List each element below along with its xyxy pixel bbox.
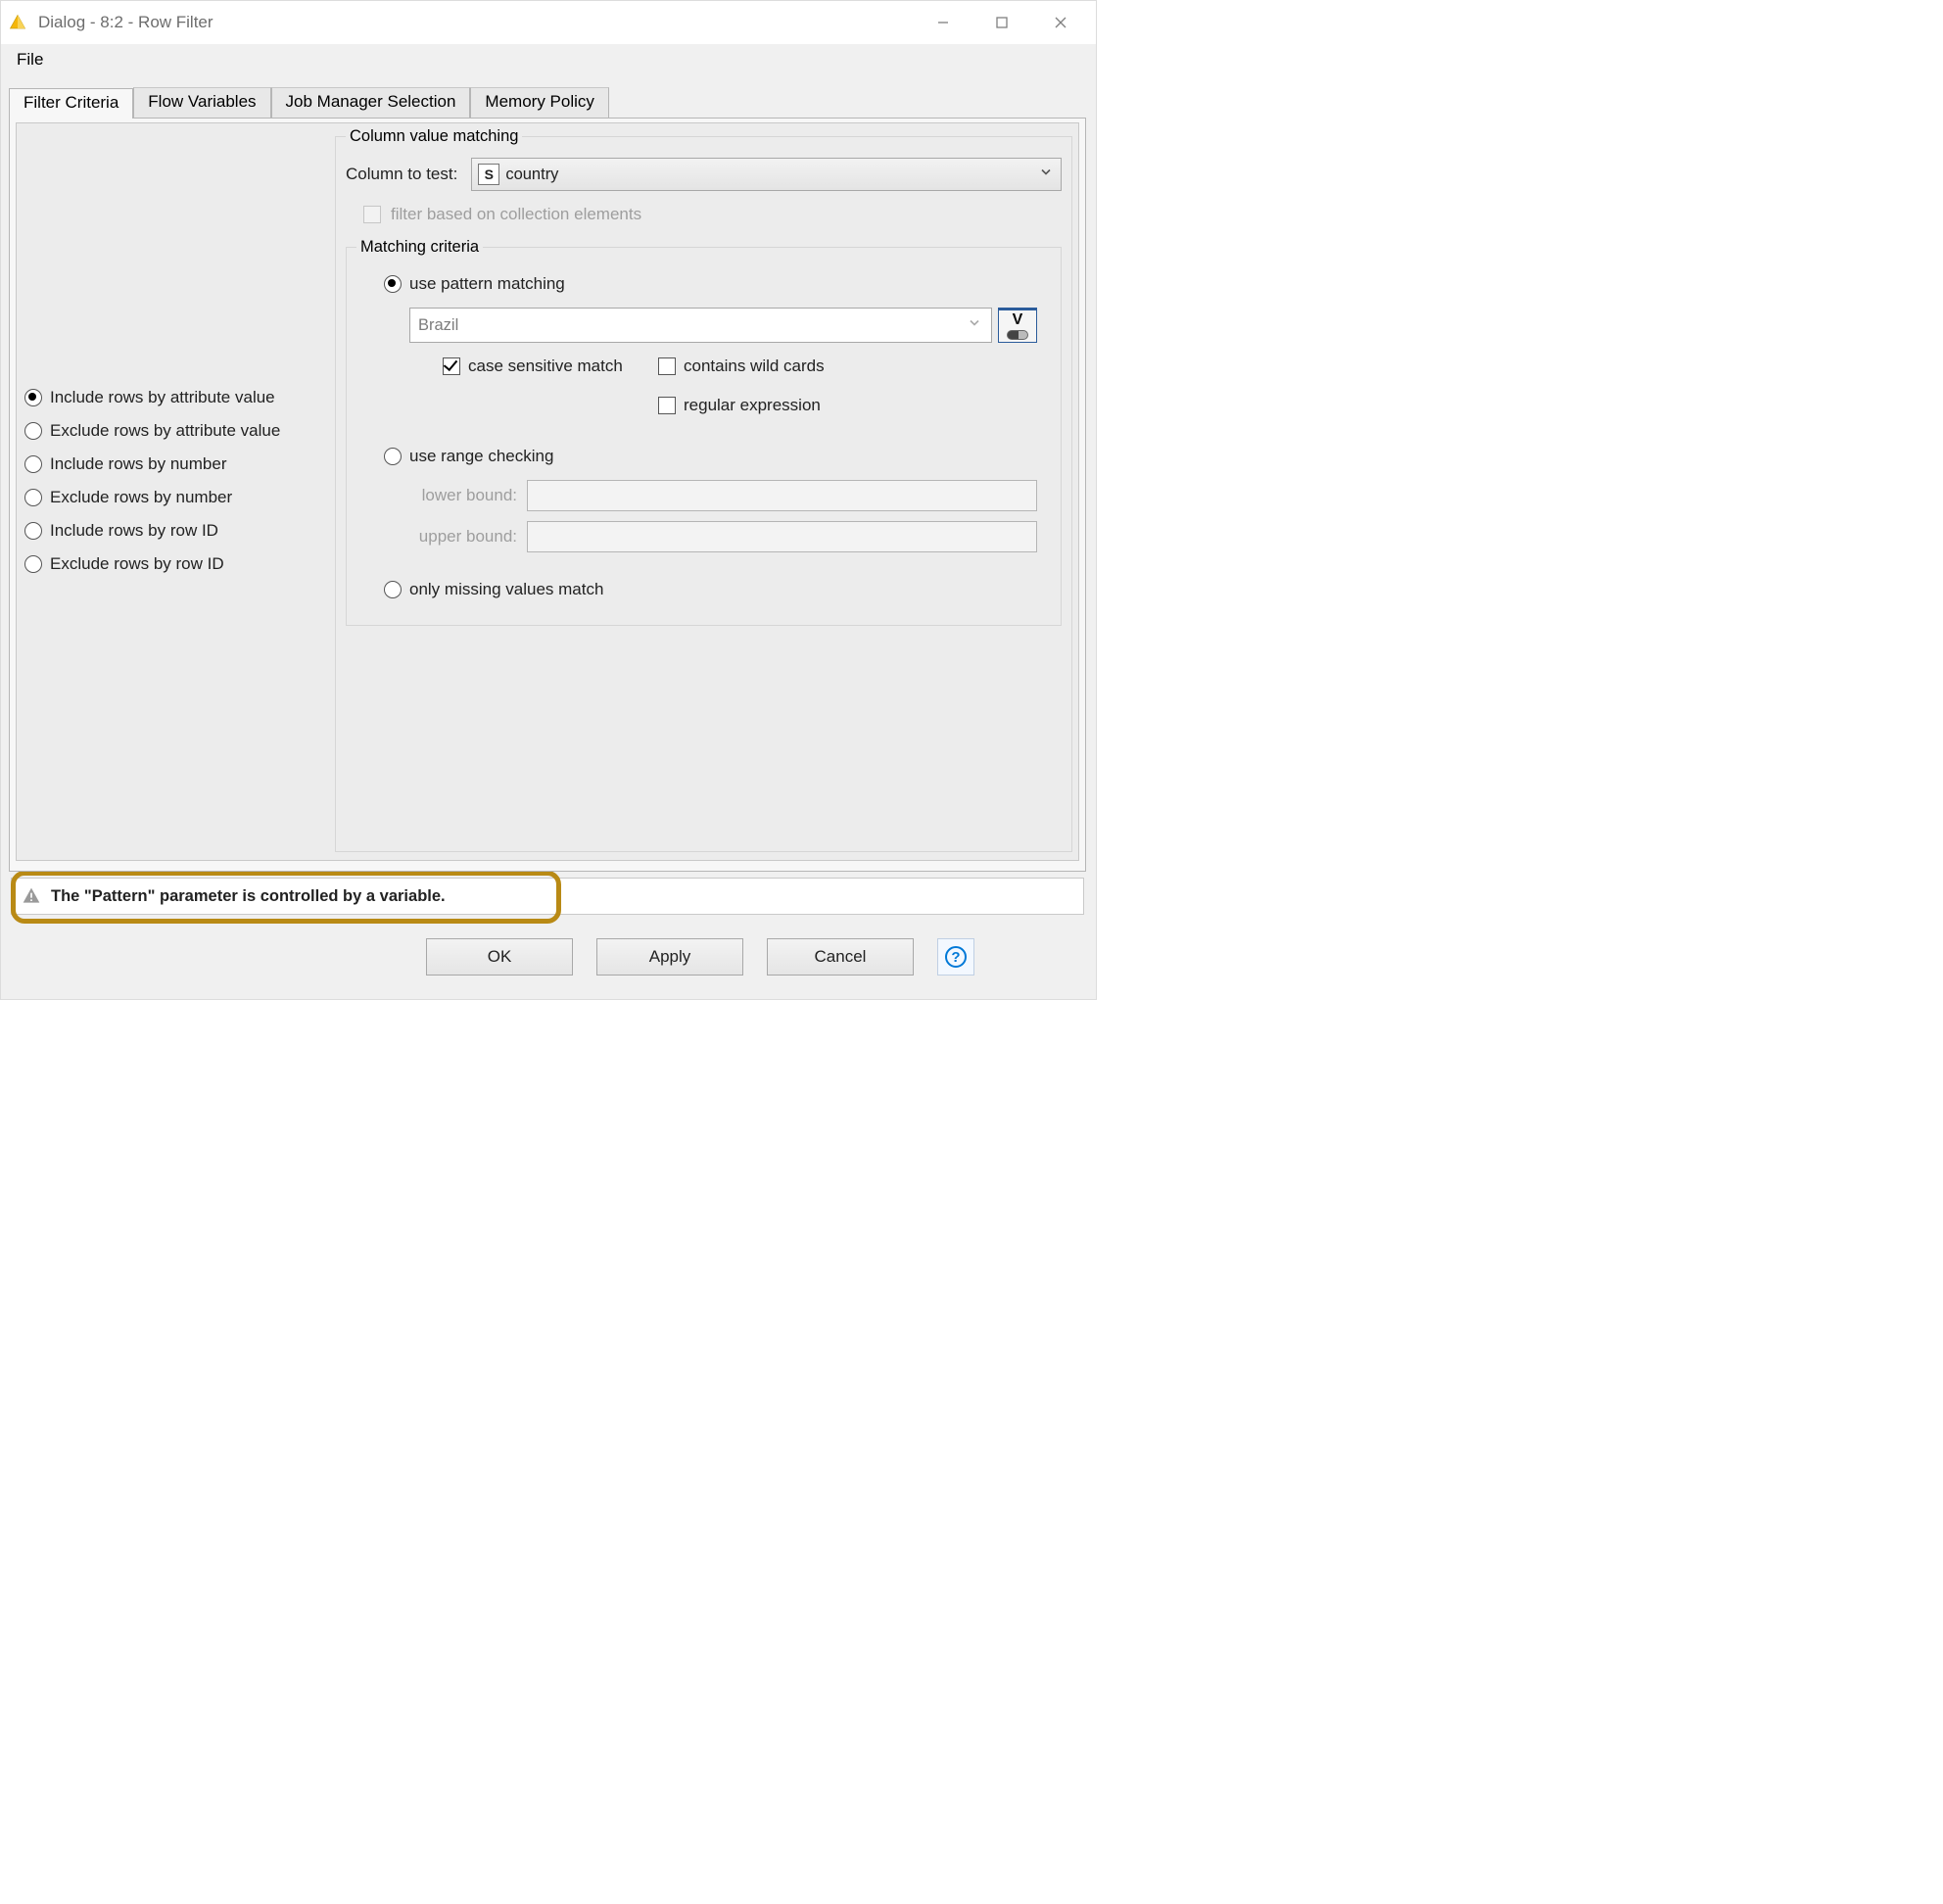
- radio-label: only missing values match: [409, 580, 603, 599]
- radio-exclude-attr[interactable]: Exclude rows by attribute value: [24, 421, 323, 441]
- matching-criteria-legend: Matching criteria: [356, 238, 483, 257]
- column-value-matching-group: Column value matching Column to test: S …: [335, 127, 1072, 852]
- chevron-down-icon: [1039, 166, 1053, 184]
- radio-icon: [24, 522, 42, 540]
- filter-mode-group: Include rows by attribute value Exclude …: [17, 123, 335, 860]
- matching-criteria-group: Matching criteria use pattern matching B…: [346, 238, 1062, 626]
- variable-v-icon: V: [1013, 312, 1023, 328]
- checkbox-label: case sensitive match: [468, 357, 623, 376]
- variable-toggle-icon: [1007, 330, 1028, 340]
- radio-use-pattern[interactable]: use pattern matching: [384, 274, 1037, 294]
- menu-file[interactable]: File: [13, 48, 47, 71]
- radio-label: Exclude rows by number: [50, 488, 232, 507]
- flow-variable-button[interactable]: V: [998, 308, 1037, 343]
- radio-exclude-rowid[interactable]: Exclude rows by row ID: [24, 554, 323, 574]
- checkbox-wild-cards[interactable]: contains wild cards: [658, 357, 874, 376]
- checkbox-label: regular expression: [684, 396, 821, 415]
- app-icon: [9, 14, 26, 31]
- content: Filter Criteria Flow Variables Job Manag…: [1, 75, 1096, 999]
- cancel-button[interactable]: Cancel: [767, 938, 914, 976]
- radio-label: Include rows by row ID: [50, 521, 218, 541]
- column-to-test-row: Column to test: S country: [346, 158, 1062, 191]
- maximize-button[interactable]: [972, 1, 1031, 44]
- window-controls: [914, 1, 1090, 44]
- radio-label: Exclude rows by row ID: [50, 554, 224, 574]
- lower-bound-label: lower bound:: [409, 486, 517, 505]
- checkbox-icon: [658, 357, 676, 375]
- tabstrip: Filter Criteria Flow Variables Job Manag…: [9, 87, 1086, 118]
- tab-memory-policy[interactable]: Memory Policy: [470, 87, 608, 118]
- tab-job-manager[interactable]: Job Manager Selection: [271, 87, 471, 118]
- button-bar: OK Apply Cancel ?: [418, 917, 1086, 993]
- radio-label: use pattern matching: [409, 274, 565, 294]
- chevron-down-icon: [968, 316, 981, 335]
- radio-include-rowid[interactable]: Include rows by row ID: [24, 521, 323, 541]
- radio-icon: [24, 422, 42, 440]
- pattern-value: Brazil: [418, 316, 458, 335]
- minimize-button[interactable]: [914, 1, 972, 44]
- filter-collection-label: filter based on collection elements: [391, 205, 641, 224]
- titlebar: Dialog - 8:2 - Row Filter: [1, 1, 1096, 44]
- warning-icon: [22, 886, 41, 906]
- apply-button[interactable]: Apply: [596, 938, 743, 976]
- column-to-test-select[interactable]: S country: [471, 158, 1062, 191]
- radio-label: Include rows by attribute value: [50, 388, 275, 407]
- checkbox-regex[interactable]: regular expression: [658, 396, 874, 415]
- column-to-test-label: Column to test:: [346, 165, 457, 184]
- help-button[interactable]: ?: [937, 938, 974, 976]
- right-column: Column value matching Column to test: S …: [335, 123, 1078, 860]
- column-to-test-value: country: [505, 166, 558, 184]
- radio-only-missing[interactable]: only missing values match: [384, 580, 1037, 599]
- checkbox-icon: [363, 206, 381, 223]
- radio-icon: [24, 389, 42, 406]
- tab-filter-criteria[interactable]: Filter Criteria: [9, 88, 133, 119]
- radio-icon: [384, 448, 402, 465]
- filter-collection-row[interactable]: filter based on collection elements: [363, 205, 1062, 224]
- help-icon: ?: [945, 946, 967, 968]
- upper-bound-input[interactable]: [527, 521, 1037, 552]
- pattern-checks: case sensitive match contains wild cards: [443, 357, 1037, 415]
- status-bar-wrap: The "Pattern" parameter is controlled by…: [11, 878, 1084, 915]
- radio-use-range[interactable]: use range checking: [384, 447, 1037, 466]
- radio-include-num[interactable]: Include rows by number: [24, 454, 323, 474]
- upper-bound-row: upper bound:: [409, 521, 1037, 552]
- radio-icon: [24, 489, 42, 506]
- lower-bound-row: lower bound:: [409, 480, 1037, 511]
- ok-button[interactable]: OK: [426, 938, 573, 976]
- checkbox-case-sensitive[interactable]: case sensitive match: [443, 357, 658, 376]
- inner-frame: Include rows by attribute value Exclude …: [16, 122, 1079, 861]
- radio-exclude-num[interactable]: Exclude rows by number: [24, 488, 323, 507]
- radio-icon: [384, 581, 402, 598]
- checkbox-icon: [443, 357, 460, 375]
- status-message: The "Pattern" parameter is controlled by…: [51, 887, 446, 906]
- radio-icon: [384, 275, 402, 293]
- radio-icon: [24, 455, 42, 473]
- checkbox-label: contains wild cards: [684, 357, 825, 376]
- lower-bound-input[interactable]: [527, 480, 1037, 511]
- pattern-combo[interactable]: Brazil: [409, 308, 992, 343]
- radio-label: Exclude rows by attribute value: [50, 421, 280, 441]
- radio-label: use range checking: [409, 447, 553, 466]
- column-value-matching-legend: Column value matching: [346, 127, 522, 146]
- window-title: Dialog - 8:2 - Row Filter: [38, 13, 914, 32]
- status-bar: The "Pattern" parameter is controlled by…: [11, 878, 1084, 915]
- upper-bound-label: upper bound:: [409, 527, 517, 547]
- radio-icon: [24, 555, 42, 573]
- menubar: File: [1, 44, 1096, 75]
- column-type-chip: S: [478, 164, 499, 185]
- tab-panel-filter-criteria: Include rows by attribute value Exclude …: [9, 118, 1086, 872]
- radio-label: Include rows by number: [50, 454, 226, 474]
- tab-flow-variables[interactable]: Flow Variables: [133, 87, 270, 118]
- pattern-row: Brazil V: [409, 308, 1037, 343]
- radio-include-attr[interactable]: Include rows by attribute value: [24, 388, 323, 407]
- dialog-window: Dialog - 8:2 - Row Filter File Filter Cr…: [0, 0, 1097, 1000]
- checkbox-icon: [658, 397, 676, 414]
- close-button[interactable]: [1031, 1, 1090, 44]
